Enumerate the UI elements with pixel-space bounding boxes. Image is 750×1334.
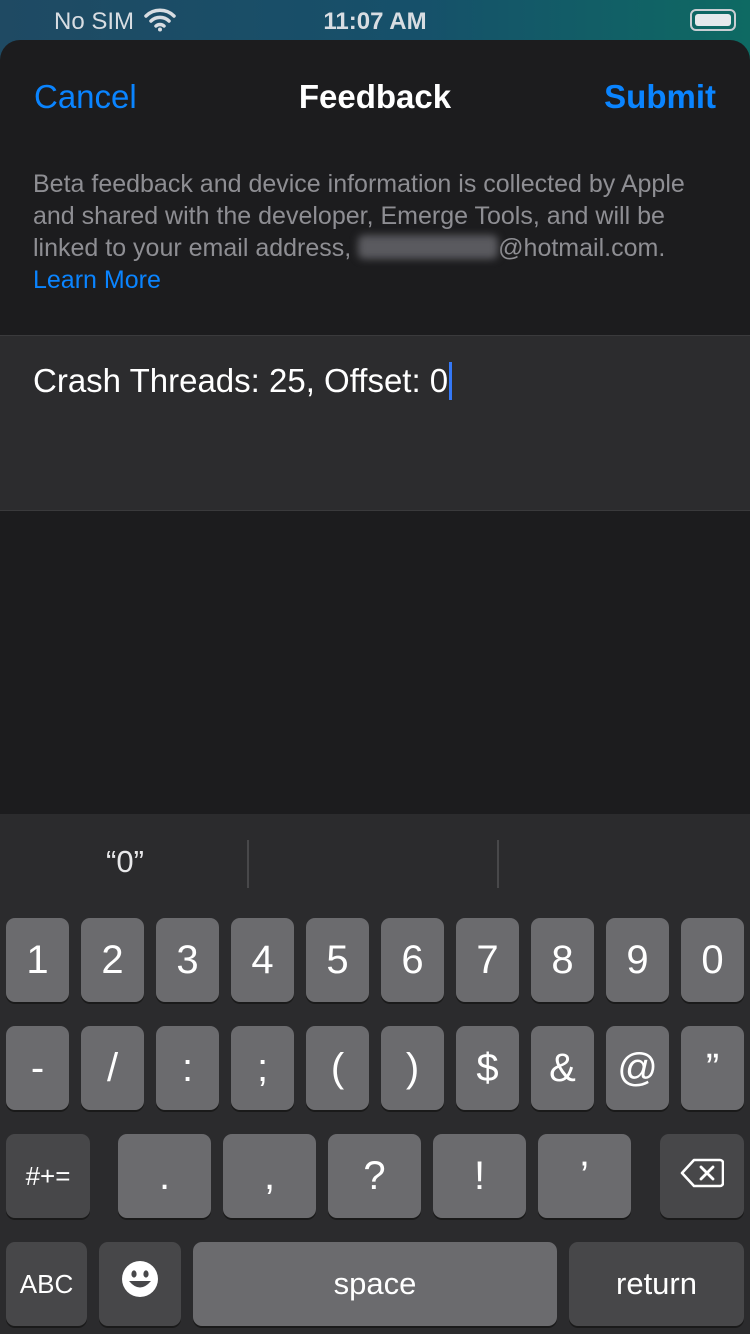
key-2[interactable]: 2 (81, 918, 144, 1002)
delete-key[interactable] (660, 1134, 744, 1218)
key-open-paren[interactable]: ( (306, 1026, 369, 1110)
redacted-email (358, 235, 499, 259)
key-9[interactable]: 9 (606, 918, 669, 1002)
feedback-textarea[interactable]: Crash Threads: 25, Offset: 0 (0, 335, 750, 511)
key-6[interactable]: 6 (381, 918, 444, 1002)
key-at[interactable]: @ (606, 1026, 669, 1110)
return-key[interactable]: return (569, 1242, 744, 1326)
feedback-value: Crash Threads: 25, Offset: 0 (33, 362, 449, 399)
key-4[interactable]: 4 (231, 918, 294, 1002)
key-colon[interactable]: : (156, 1026, 219, 1110)
key-dollar[interactable]: $ (456, 1026, 519, 1110)
suggestion-bar: “0” (0, 814, 750, 914)
key-close-paren[interactable]: ) (381, 1026, 444, 1110)
suggestion-1[interactable]: “0” (0, 844, 250, 880)
submit-button[interactable]: Submit (604, 78, 716, 116)
key-comma[interactable]: , (223, 1134, 316, 1218)
status-bar: No SIM 11:07 AM (0, 0, 750, 40)
space-key[interactable]: space (193, 1242, 557, 1326)
battery-icon (690, 9, 736, 31)
keyboard: “0” 1 2 3 4 5 6 7 8 9 0 - / : ; ( ) $ & … (0, 814, 750, 1334)
key-5[interactable]: 5 (306, 918, 369, 1002)
key-8[interactable]: 8 (531, 918, 594, 1002)
battery-level (695, 14, 731, 26)
feedback-text-line: Crash Threads: 25, Offset: 0 (33, 362, 453, 400)
key-more-symbols[interactable]: #+= (6, 1134, 90, 1218)
text-caret (449, 362, 453, 400)
key-apostrophe[interactable]: ’ (538, 1134, 631, 1218)
key-ampersand[interactable]: & (531, 1026, 594, 1110)
key-1[interactable]: 1 (6, 918, 69, 1002)
email-domain: @hotmail.com. (498, 234, 666, 262)
key-period[interactable]: . (118, 1134, 211, 1218)
key-3[interactable]: 3 (156, 918, 219, 1002)
learn-more-link[interactable]: Learn More (33, 266, 161, 294)
nav-bar: Cancel Feedback Submit (0, 40, 750, 156)
key-0[interactable]: 0 (681, 918, 744, 1002)
key-abc[interactable]: ABC (6, 1242, 87, 1326)
key-hyphen[interactable]: - (6, 1026, 69, 1110)
disclaimer-text: Beta feedback and device information is … (33, 168, 723, 296)
backspace-icon (680, 1154, 725, 1199)
key-question[interactable]: ? (328, 1134, 421, 1218)
key-exclamation[interactable]: ! (433, 1134, 526, 1218)
key-7[interactable]: 7 (456, 918, 519, 1002)
cancel-button[interactable]: Cancel (34, 78, 137, 116)
emoji-key[interactable] (99, 1242, 181, 1326)
suggestion-divider (247, 840, 249, 888)
emoji-icon (120, 1259, 160, 1309)
key-slash[interactable]: / (81, 1026, 144, 1110)
key-quote[interactable]: ” (681, 1026, 744, 1110)
key-semicolon[interactable]: ; (231, 1026, 294, 1110)
suggestion-divider (497, 840, 499, 888)
clock: 11:07 AM (323, 8, 427, 35)
